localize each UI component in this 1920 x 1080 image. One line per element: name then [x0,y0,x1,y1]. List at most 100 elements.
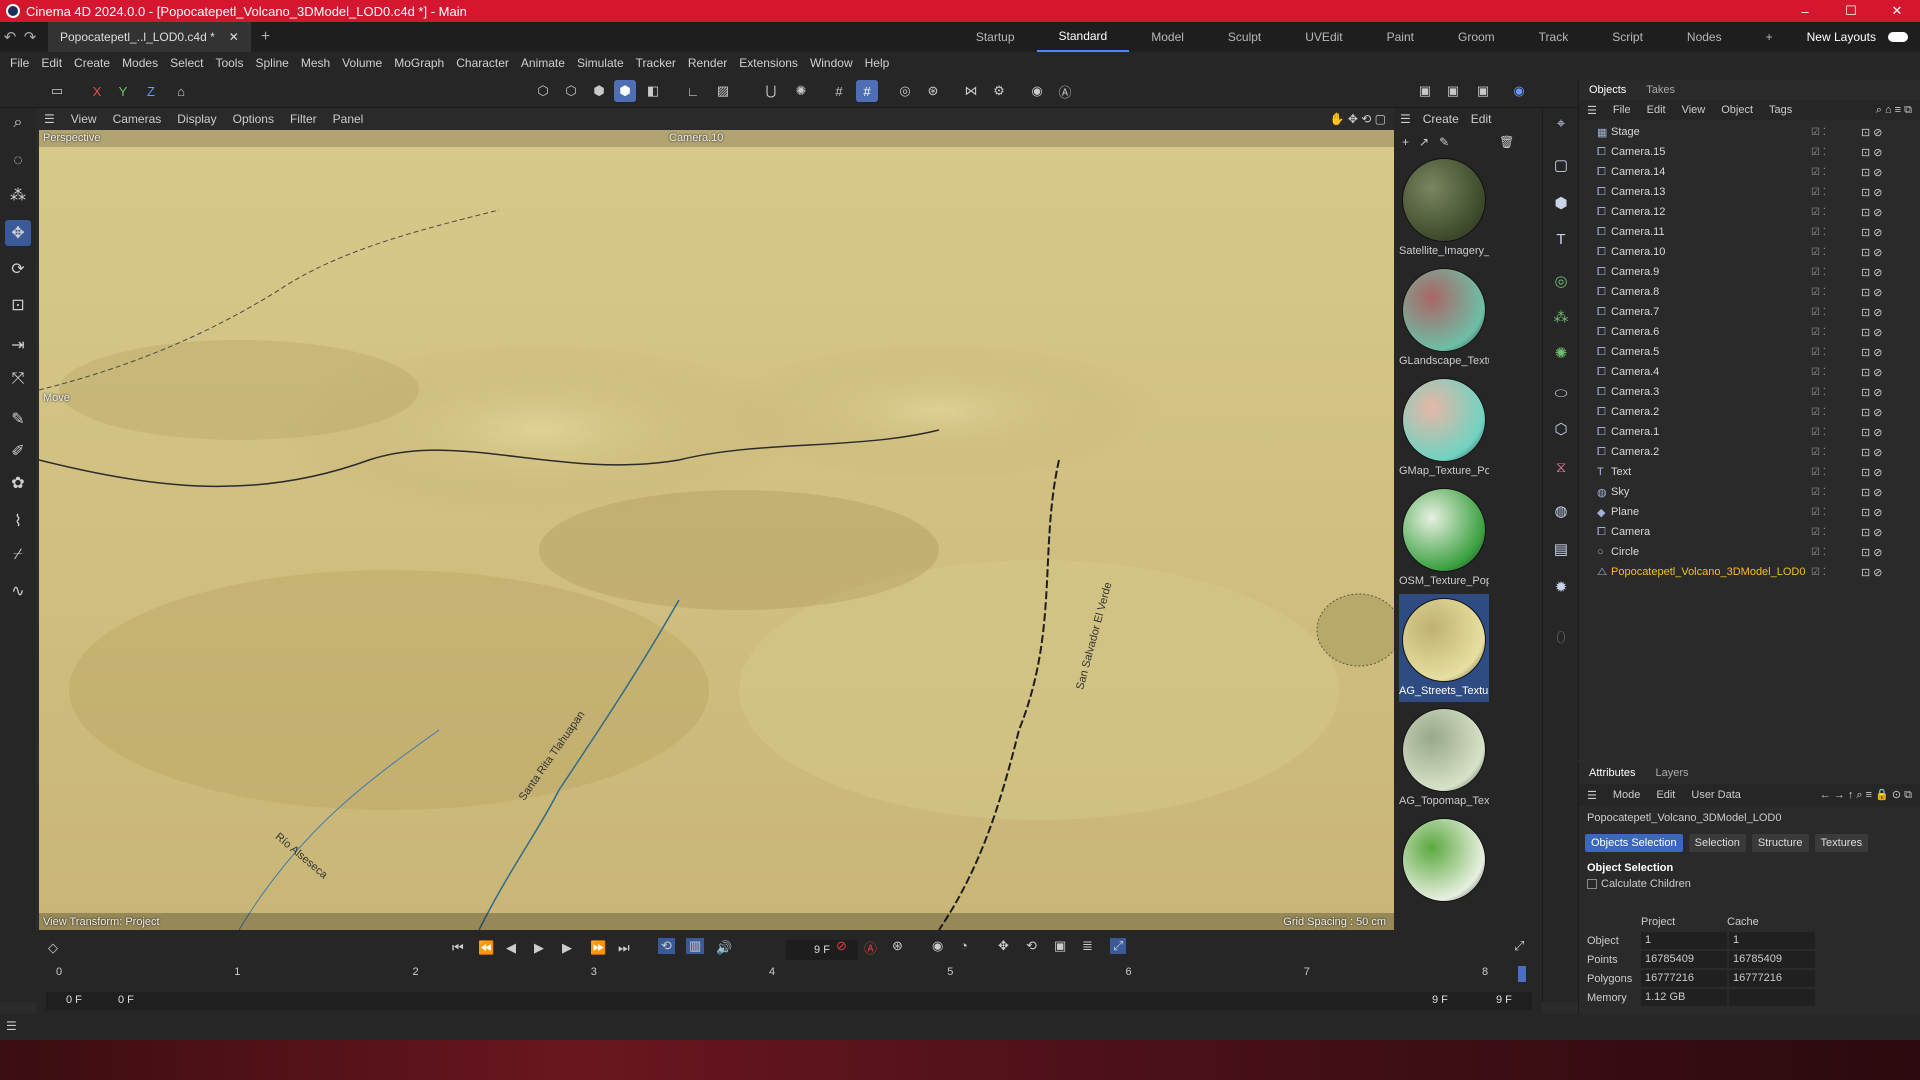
object-tags-icon[interactable]: ⊡ ⊘ [1861,466,1920,479]
go-to-end-icon[interactable]: ⏭ [618,940,630,956]
objects-selection-button[interactable]: Objects Selection [1585,834,1683,852]
text-object-icon[interactable]: T [1548,226,1574,252]
render-view-icon[interactable]: ◎ [894,80,916,102]
object-tags-icon[interactable]: ⊡ ⊘ [1861,126,1920,139]
eyedropper-icon[interactable]: ✎ [1439,135,1449,149]
next-frame-icon[interactable]: ▶ [562,940,572,956]
layout-groom[interactable]: Groom [1436,22,1517,52]
menu-edit[interactable]: Edit [35,56,68,70]
material-swatch[interactable]: Satellite_Imagery_ [1399,154,1489,262]
object-row[interactable]: ▦ Stage ☑ ⁚ ⊡ ⊘ [1579,122,1920,142]
menu-tracker[interactable]: Tracker [630,56,682,70]
object-row[interactable]: ⧠ Camera.13 ☑ ⁚ ⊡ ⊘ [1579,182,1920,202]
rotate-tool-icon[interactable]: ⟳ [5,256,31,282]
menu-modes[interactable]: Modes [116,56,164,70]
redshift-ipr-icon[interactable]: ◉ [1508,80,1530,102]
menu-help[interactable]: Help [859,56,896,70]
assign-material-icon[interactable]: ↗ [1419,135,1429,149]
material-hamburger-icon[interactable]: ☰ [1394,112,1417,126]
light-icon[interactable]: ✹ [1548,574,1574,600]
undo-icon[interactable]: ↶ [0,28,20,46]
play-icon[interactable]: ▶ [534,940,544,956]
placement-tool-icon[interactable]: ⤧ [5,366,31,392]
viewport-menu-display[interactable]: Display [169,112,224,126]
object-row[interactable]: ⧠ Camera.8 ☑ ⁚ ⊡ ⊘ [1579,282,1920,302]
visibility-flags-icon[interactable]: ☑ ⁚ [1811,507,1861,518]
paint-tool-icon[interactable]: ✿ [5,470,31,496]
minimize-button[interactable]: – [1782,0,1828,22]
material-swatch[interactable]: GLandscape_Textu [1399,264,1489,372]
object-row[interactable]: ⧠ Camera.14 ☑ ⁚ ⊡ ⊘ [1579,162,1920,182]
material-swatch[interactable]: OSM_Texture_Pop [1399,484,1489,592]
menu-spline[interactable]: Spline [249,56,294,70]
transfer-tool-icon[interactable]: ⇥ [5,332,31,358]
visibility-flags-icon[interactable]: ☑ ⁚ [1811,207,1861,218]
knife-tool-icon[interactable]: ⌿ [5,542,31,568]
visibility-flags-icon[interactable]: ☑ ⁚ [1811,247,1861,258]
document-tab[interactable]: Popocatepetl_..l_LOD0.c4d * ✕ [48,22,251,52]
visibility-flags-icon[interactable]: ☑ ⁚ [1811,287,1861,298]
layout-uvedit[interactable]: UVEdit [1283,22,1364,52]
object-row[interactable]: ⧠ Camera.2 ☑ ⁚ ⊡ ⊘ [1579,402,1920,422]
viewport-menu-panel[interactable]: Panel [325,112,372,126]
object-row[interactable]: ⧠ Camera.1 ☑ ⁚ ⊡ ⊘ [1579,422,1920,442]
timeline-ruler[interactable]: 0 1 2 3 4 5 6 7 8 [46,966,1532,984]
record-active-icon[interactable]: ⊘ [836,938,847,954]
object-tags-icon[interactable]: ⊡ ⊘ [1861,346,1920,359]
menu-animate[interactable]: Animate [515,56,571,70]
object-tags-icon[interactable]: ⊡ ⊘ [1861,246,1920,259]
sketch-tool-icon[interactable]: ✐ [5,438,31,464]
object-row[interactable]: ⧍ Popocatepetl_Volcano_3DModel_LOD0 ☑ ⁚ ⊡ ⊘ [1579,562,1920,582]
go-to-start-icon[interactable]: ⏮ [452,940,464,956]
object-row[interactable]: ◆ Plane ☑ ⁚ ⊡ ⊘ [1579,502,1920,522]
object-tags-icon[interactable]: ⊡ ⊘ [1861,506,1920,519]
visibility-flags-icon[interactable]: ☑ ⁚ [1811,387,1861,398]
object-tags-icon[interactable]: ⊡ ⊘ [1861,446,1920,459]
object-row[interactable]: T Text ☑ ⁚ ⊡ ⊘ [1579,462,1920,482]
visibility-flags-icon[interactable]: ☑ ⁚ [1811,527,1861,538]
menu-tools[interactable]: Tools [209,56,249,70]
visibility-flags-icon[interactable]: ☑ ⁚ [1811,347,1861,358]
object-row[interactable]: ⧠ Camera ☑ ⁚ ⊡ ⊘ [1579,522,1920,542]
simulation-icon[interactable]: ⧖ [1548,454,1574,480]
field-icon[interactable]: ⬭ [1548,380,1574,406]
add-tab-button[interactable]: + [261,28,270,46]
snap-icon[interactable]: # [828,80,850,102]
object-row[interactable]: ⧠ Camera.15 ☑ ⁚ ⊡ ⊘ [1579,142,1920,162]
render-to-picture-viewer-icon[interactable]: ▣ [1442,80,1464,102]
menu-extensions[interactable]: Extensions [733,56,804,70]
tab-layers[interactable]: Layers [1645,767,1698,779]
menu-volume[interactable]: Volume [336,56,388,70]
object-row[interactable]: ⧠ Camera.11 ☑ ⁚ ⊡ ⊘ [1579,222,1920,242]
viewport-menu-filter[interactable]: Filter [282,112,325,126]
calculate-children-checkbox[interactable] [1587,879,1597,889]
object-tags-icon[interactable]: ⊡ ⊘ [1861,226,1920,239]
visibility-flags-icon[interactable]: ☑ ⁚ [1811,547,1861,558]
tab-objects[interactable]: Objects [1579,84,1636,96]
object-tags-icon[interactable]: ⊡ ⊘ [1861,166,1920,179]
visibility-flags-icon[interactable]: ☑ ⁚ [1811,407,1861,418]
tool-settings-icon[interactable]: ⚙ [988,80,1010,102]
object-tags-icon[interactable]: ⊡ ⊘ [1861,186,1920,199]
menu-simulate[interactable]: Simulate [571,56,630,70]
object-tags-icon[interactable]: ⊡ ⊘ [1861,286,1920,299]
autokey-icon[interactable]: Ⓐ [864,938,877,957]
previous-key-icon[interactable]: ⏪ [478,940,494,956]
viewport-menu-cameras[interactable]: Cameras [105,112,170,126]
live-selection-icon[interactable]: ◌ [5,148,31,174]
menu-create[interactable]: Create [68,56,116,70]
attribute-hamburger-icon[interactable]: ☰ [1579,789,1605,802]
visibility-flags-icon[interactable]: ☑ ⁚ [1811,267,1861,278]
attribute-nav-icons[interactable]: ← → ↑ ⌕ ≡ 🔒 ⊙ ⧉ [1812,788,1920,802]
visibility-flags-icon[interactable]: ☑ ⁚ [1811,167,1861,178]
material-swatch[interactable] [1399,814,1489,922]
environment-icon[interactable]: ◍ [1548,498,1574,524]
material-swatch[interactable]: AG_Streets_Textur [1399,594,1489,702]
spline-smooth-icon[interactable]: ∿ [5,578,31,604]
menu-render[interactable]: Render [682,56,733,70]
lock-workplane-icon[interactable]: ◉ [1026,80,1048,102]
status-hamburger-icon[interactable]: ☰ [6,1019,17,1033]
object-tags-icon[interactable]: ⊡ ⊘ [1861,566,1920,579]
points-mode-icon[interactable]: ⬡ [532,80,554,102]
layout-paint[interactable]: Paint [1365,22,1436,52]
